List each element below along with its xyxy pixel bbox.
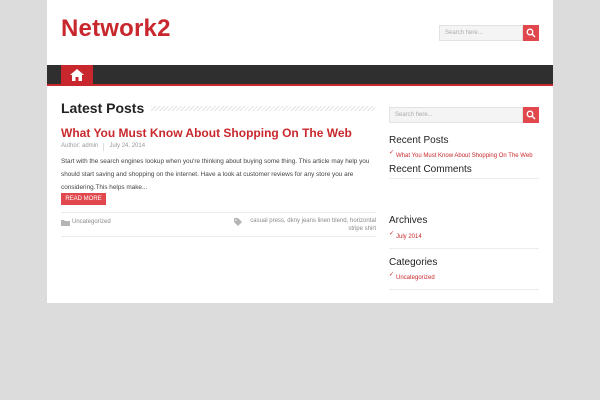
post-excerpt: Start with the search engines lookup whe… bbox=[61, 158, 370, 191]
sidebar-search-input[interactable]: Search here... bbox=[389, 107, 523, 123]
tag-icon bbox=[234, 218, 242, 226]
header-search-input[interactable]: Search here... bbox=[439, 25, 523, 41]
search-icon bbox=[526, 110, 536, 120]
recent-post-item[interactable]: ✓ What You Must Know About Shopping On T… bbox=[389, 149, 539, 163]
header-search: Search here... bbox=[439, 25, 539, 41]
check-icon: ✓ bbox=[389, 231, 395, 237]
page-container: Network2 Search here... Latest Posts Wha… bbox=[47, 0, 553, 303]
heading-divider bbox=[151, 106, 375, 111]
post-meta: Author: admin July 24, 2014 bbox=[61, 143, 145, 151]
site-logo[interactable]: Network2 bbox=[61, 15, 171, 43]
recent-comments-heading: Recent Comments bbox=[389, 164, 472, 175]
widget-divider bbox=[389, 178, 539, 179]
meta-separator bbox=[103, 143, 105, 151]
categories-heading: Categories bbox=[389, 257, 438, 268]
post-author[interactable]: Author: admin bbox=[61, 143, 98, 151]
widget-divider bbox=[389, 289, 539, 290]
post-footer: Uncategorized casual press, dkny jeans l… bbox=[61, 212, 376, 237]
folder-icon bbox=[61, 220, 70, 226]
sidebar-search: Search here... bbox=[389, 107, 539, 123]
archives-heading: Archives bbox=[389, 215, 428, 226]
category-item[interactable]: ✓ Uncategorized bbox=[389, 271, 539, 285]
post-title-link[interactable]: What You Must Know About Shopping On The… bbox=[61, 126, 352, 140]
check-icon: ✓ bbox=[389, 150, 395, 156]
read-more-button[interactable]: READ MORE bbox=[61, 193, 106, 205]
post-category-link[interactable]: Uncategorized bbox=[72, 219, 111, 225]
recent-posts-heading: Recent Posts bbox=[389, 135, 449, 146]
main-navigation bbox=[47, 65, 553, 86]
archive-item[interactable]: ✓ July 2014 bbox=[389, 230, 539, 244]
home-icon bbox=[70, 69, 84, 81]
home-button[interactable] bbox=[61, 65, 93, 86]
latest-posts-heading: Latest Posts bbox=[61, 100, 145, 116]
sidebar-search-button[interactable] bbox=[523, 107, 539, 123]
check-icon: ✓ bbox=[389, 272, 395, 278]
post-date: July 24, 2014 bbox=[109, 143, 146, 149]
widget-divider bbox=[389, 248, 539, 249]
search-icon bbox=[526, 28, 536, 38]
header-search-button[interactable] bbox=[523, 25, 539, 41]
post-tags[interactable]: casual press, dkny jeans linen blend, ho… bbox=[246, 217, 376, 233]
